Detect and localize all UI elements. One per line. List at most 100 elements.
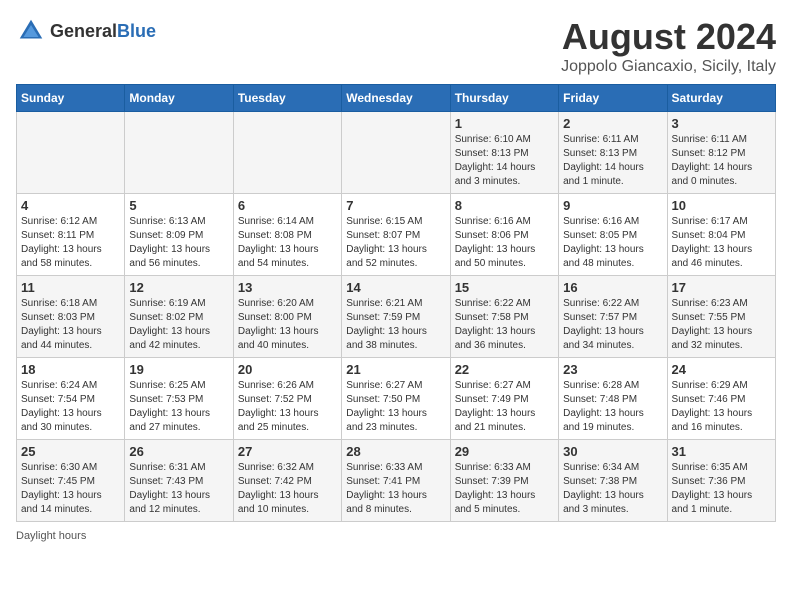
day-info: Sunrise: 6:28 AMSunset: 7:48 PMDaylight:…: [563, 379, 662, 435]
day-info: Sunrise: 6:14 AMSunset: 8:08 PMDaylight:…: [238, 215, 337, 271]
day-number: 8: [455, 198, 554, 213]
calendar-cell: 29 Sunrise: 6:33 AMSunset: 7:39 PMDayligh…: [450, 440, 558, 522]
day-info: Sunrise: 6:34 AMSunset: 7:38 PMDaylight:…: [563, 461, 662, 517]
day-number: 9: [563, 198, 662, 213]
day-number: 28: [346, 444, 445, 459]
day-number: 16: [563, 280, 662, 295]
calendar-cell: 9 Sunrise: 6:16 AMSunset: 8:05 PMDaylight…: [559, 194, 667, 276]
day-info: Sunrise: 6:18 AMSunset: 8:03 PMDaylight:…: [21, 297, 120, 353]
day-info: Sunrise: 6:16 AMSunset: 8:05 PMDaylight:…: [563, 215, 662, 271]
day-number: 14: [346, 280, 445, 295]
day-info: Sunrise: 6:23 AMSunset: 7:55 PMDaylight:…: [672, 297, 771, 353]
day-number: 2: [563, 116, 662, 131]
col-sunday: Sunday: [17, 85, 125, 112]
day-info: Sunrise: 6:24 AMSunset: 7:54 PMDaylight:…: [21, 379, 120, 435]
day-info: Sunrise: 6:30 AMSunset: 7:45 PMDaylight:…: [21, 461, 120, 517]
calendar-cell: 12 Sunrise: 6:19 AMSunset: 8:02 PMDayligh…: [125, 276, 233, 358]
day-info: Sunrise: 6:31 AMSunset: 7:43 PMDaylight:…: [129, 461, 228, 517]
calendar-cell: 15Sunrise: 6:22 AMSunset: 7:58 PMDayligh…: [450, 276, 558, 358]
day-number: 18: [21, 362, 120, 377]
calendar-table: Sunday Monday Tuesday Wednesday Thursday…: [16, 84, 776, 522]
calendar-cell: 18 Sunrise: 6:24 AMSunset: 7:54 PMDayligh…: [17, 358, 125, 440]
logo: GeneralBlue: [16, 16, 156, 46]
day-info: Sunrise: 6:10 AMSunset: 8:13 PMDaylight:…: [455, 133, 554, 189]
calendar-cell: 13Sunrise: 6:20 AMSunset: 8:00 PMDayligh…: [233, 276, 341, 358]
logo-blue: Blue: [117, 21, 156, 41]
calendar-cell: 28 Sunrise: 6:33 AMSunset: 7:41 PMDayligh…: [342, 440, 450, 522]
calendar-cell: 14 Sunrise: 6:21 AMSunset: 7:59 PMDayligh…: [342, 276, 450, 358]
day-info: Sunrise: 6:27 AMSunset: 7:50 PMDaylight:…: [346, 379, 445, 435]
calendar-header: Sunday Monday Tuesday Wednesday Thursday…: [17, 85, 776, 112]
calendar-cell: [125, 112, 233, 194]
day-info: Sunrise: 6:32 AMSunset: 7:42 PMDaylight:…: [238, 461, 337, 517]
day-number: 15: [455, 280, 554, 295]
calendar-cell: 31Sunrise: 6:35 AMSunset: 7:36 PMDayligh…: [667, 440, 775, 522]
day-number: 7: [346, 198, 445, 213]
calendar-body: 1 Sunrise: 6:10 AMSunset: 8:13 PMDaylight…: [17, 112, 776, 522]
day-info: Sunrise: 6:26 AMSunset: 7:52 PMDaylight:…: [238, 379, 337, 435]
day-number: 17: [672, 280, 771, 295]
calendar-cell: 20 Sunrise: 6:26 AMSunset: 7:52 PMDayligh…: [233, 358, 341, 440]
calendar-cell: 22Sunrise: 6:27 AMSunset: 7:49 PMDayligh…: [450, 358, 558, 440]
day-number: 1: [455, 116, 554, 131]
col-wednesday: Wednesday: [342, 85, 450, 112]
day-info: Sunrise: 6:33 AMSunset: 7:39 PMDaylight:…: [455, 461, 554, 517]
day-info: Sunrise: 6:29 AMSunset: 7:46 PMDaylight:…: [672, 379, 771, 435]
day-info: Sunrise: 6:15 AMSunset: 8:07 PMDaylight:…: [346, 215, 445, 271]
day-info: Sunrise: 6:19 AMSunset: 8:02 PMDaylight:…: [129, 297, 228, 353]
calendar-cell: 10Sunrise: 6:17 AMSunset: 8:04 PMDayligh…: [667, 194, 775, 276]
week-row-1: 1 Sunrise: 6:10 AMSunset: 8:13 PMDaylight…: [17, 112, 776, 194]
day-number: 13: [238, 280, 337, 295]
calendar-cell: 24 Sunrise: 6:29 AMSunset: 7:46 PMDayligh…: [667, 358, 775, 440]
daylight-hours-label: Daylight hours: [16, 530, 86, 542]
calendar-cell: 25 Sunrise: 6:30 AMSunset: 7:45 PMDayligh…: [17, 440, 125, 522]
day-info: Sunrise: 6:21 AMSunset: 7:59 PMDaylight:…: [346, 297, 445, 353]
day-number: 12: [129, 280, 228, 295]
col-saturday: Saturday: [667, 85, 775, 112]
calendar-cell: 19Sunrise: 6:25 AMSunset: 7:53 PMDayligh…: [125, 358, 233, 440]
day-number: 3: [672, 116, 771, 131]
calendar-cell: 8Sunrise: 6:16 AMSunset: 8:06 PMDaylight…: [450, 194, 558, 276]
day-number: 20: [238, 362, 337, 377]
col-friday: Friday: [559, 85, 667, 112]
title-area: August 2024 Joppolo Giancaxio, Sicily, I…: [561, 16, 776, 76]
legend: Daylight hours: [16, 530, 776, 542]
day-info: Sunrise: 6:22 AMSunset: 7:57 PMDaylight:…: [563, 297, 662, 353]
week-row-3: 11Sunrise: 6:18 AMSunset: 8:03 PMDayligh…: [17, 276, 776, 358]
week-row-5: 25 Sunrise: 6:30 AMSunset: 7:45 PMDayligh…: [17, 440, 776, 522]
header: GeneralBlue August 2024 Joppolo Giancaxi…: [16, 16, 776, 76]
header-row: Sunday Monday Tuesday Wednesday Thursday…: [17, 85, 776, 112]
day-number: 6: [238, 198, 337, 213]
day-number: 21: [346, 362, 445, 377]
day-number: 26: [129, 444, 228, 459]
day-number: 5: [129, 198, 228, 213]
calendar-cell: [342, 112, 450, 194]
week-row-4: 18 Sunrise: 6:24 AMSunset: 7:54 PMDayligh…: [17, 358, 776, 440]
calendar-cell: [233, 112, 341, 194]
calendar-cell: 7 Sunrise: 6:15 AMSunset: 8:07 PMDaylight…: [342, 194, 450, 276]
day-info: Sunrise: 6:35 AMSunset: 7:36 PMDaylight:…: [672, 461, 771, 517]
col-tuesday: Tuesday: [233, 85, 341, 112]
day-number: 4: [21, 198, 120, 213]
day-number: 22: [455, 362, 554, 377]
col-monday: Monday: [125, 85, 233, 112]
calendar-cell: [17, 112, 125, 194]
calendar-cell: 4 Sunrise: 6:12 AMSunset: 8:11 PMDaylight…: [17, 194, 125, 276]
calendar-cell: 11Sunrise: 6:18 AMSunset: 8:03 PMDayligh…: [17, 276, 125, 358]
day-number: 25: [21, 444, 120, 459]
calendar-cell: 23 Sunrise: 6:28 AMSunset: 7:48 PMDayligh…: [559, 358, 667, 440]
day-number: 23: [563, 362, 662, 377]
calendar-cell: 16 Sunrise: 6:22 AMSunset: 7:57 PMDayligh…: [559, 276, 667, 358]
week-row-2: 4 Sunrise: 6:12 AMSunset: 8:11 PMDaylight…: [17, 194, 776, 276]
day-info: Sunrise: 6:12 AMSunset: 8:11 PMDaylight:…: [21, 215, 120, 271]
day-info: Sunrise: 6:33 AMSunset: 7:41 PMDaylight:…: [346, 461, 445, 517]
day-number: 24: [672, 362, 771, 377]
day-number: 29: [455, 444, 554, 459]
day-number: 10: [672, 198, 771, 213]
logo-icon: [16, 16, 46, 46]
calendar-cell: 17 Sunrise: 6:23 AMSunset: 7:55 PMDayligh…: [667, 276, 775, 358]
calendar-cell: 6 Sunrise: 6:14 AMSunset: 8:08 PMDaylight…: [233, 194, 341, 276]
day-info: Sunrise: 6:13 AMSunset: 8:09 PMDaylight:…: [129, 215, 228, 271]
calendar-cell: 26 Sunrise: 6:31 AMSunset: 7:43 PMDayligh…: [125, 440, 233, 522]
calendar-cell: 27Sunrise: 6:32 AMSunset: 7:42 PMDayligh…: [233, 440, 341, 522]
